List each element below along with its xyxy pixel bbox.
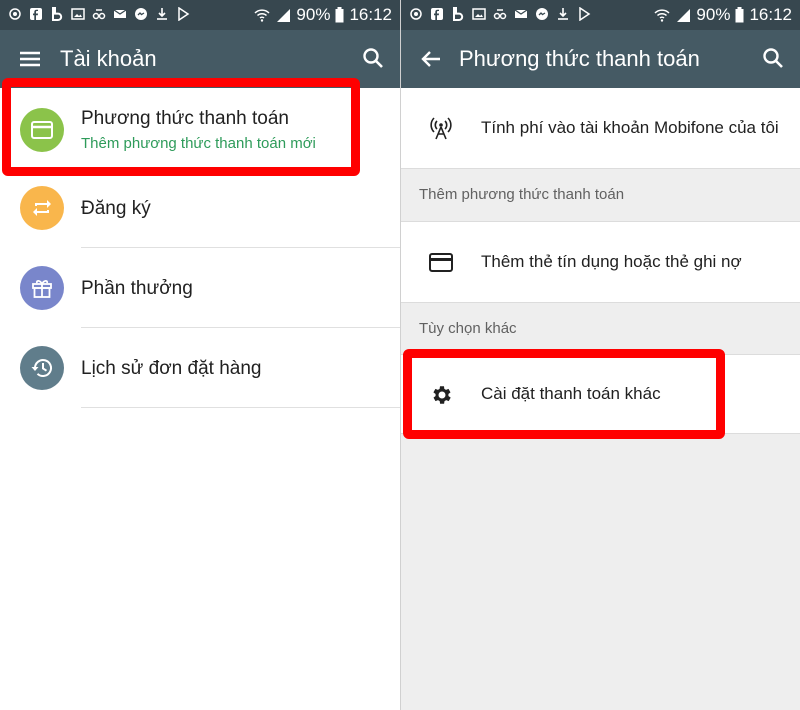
search-icon[interactable] [762, 47, 784, 69]
payment-avatar [20, 108, 64, 152]
repeat-icon [33, 200, 51, 216]
right-screen-payment-methods: 90% 16:12 Phương thức thanh toán Tính ph… [401, 0, 800, 710]
download-icon [558, 8, 568, 20]
search-icon[interactable] [362, 47, 384, 69]
antenna-icon [430, 117, 452, 140]
back-arrow-icon[interactable] [419, 47, 443, 71]
clock: 16:12 [349, 5, 392, 24]
download-icon [157, 8, 167, 20]
section-divider [401, 433, 800, 434]
battery-percent: 90% [696, 5, 731, 24]
left-screen-account: 90% 16:12 Tài khoản Phương thức thanh to… [0, 0, 400, 710]
link-icon [493, 9, 507, 20]
link-icon [92, 9, 106, 20]
order-history-label: Lịch sử đơn đặt hàng [81, 358, 262, 379]
status-right: 90% 16:12 [254, 3, 392, 27]
carrier-billing-label: Tính phí vào tài khoản Mobifone của tôi [481, 118, 779, 137]
messenger-icon [536, 8, 548, 20]
credit-card-icon [429, 253, 453, 272]
section-header-add-payment: Thêm phương thức thanh toán [401, 169, 800, 221]
other-options-section-title: Tùy chọn khác [419, 320, 517, 337]
section-header-other-options: Tùy chọn khác [401, 303, 800, 355]
settings-notification-icon [410, 8, 422, 20]
menu-item-payment-methods[interactable]: Phương thức thanh toán Thêm phương thức … [0, 88, 400, 174]
b-app-icon [52, 7, 63, 21]
notification-icons [409, 7, 591, 21]
image-icon [71, 8, 85, 20]
add-card-option[interactable]: Thêm thẻ tín dụng hoặc thẻ ghi nợ [401, 222, 800, 302]
page-title: Tài khoản [60, 46, 157, 71]
battery-icon [735, 7, 744, 23]
history-icon [31, 359, 52, 377]
battery-icon [335, 7, 344, 23]
wifi-icon [254, 9, 270, 22]
signal-icon [677, 9, 691, 22]
menu-item-rewards[interactable]: Phần thưởng [0, 248, 400, 328]
add-payment-section-title: Thêm phương thức thanh toán [419, 186, 625, 203]
row-divider [81, 407, 400, 408]
status-right: 90% 16:12 [654, 3, 792, 27]
subscriptions-label: Đăng ký [81, 198, 151, 219]
play-store-icon [579, 7, 591, 21]
gift-icon [32, 279, 52, 298]
mail-icon [113, 9, 127, 18]
subscriptions-avatar [20, 186, 64, 230]
battery-percent: 90% [296, 5, 331, 24]
payment-methods-label: Phương thức thanh toán [81, 108, 289, 129]
other-payment-settings-option[interactable]: Cài đặt thanh toán khác [401, 355, 800, 433]
play-store-icon [178, 7, 190, 21]
rewards-avatar [20, 266, 64, 310]
app-bar: Phương thức thanh toán [401, 30, 800, 88]
other-payment-settings-label: Cài đặt thanh toán khác [481, 384, 661, 403]
order-history-avatar [20, 346, 64, 390]
page-title: Phương thức thanh toán [459, 46, 700, 71]
credit-card-icon [31, 121, 53, 139]
facebook-icon [431, 8, 443, 20]
rewards-label: Phần thưởng [81, 278, 193, 299]
messenger-icon [135, 8, 147, 20]
wifi-icon [654, 9, 670, 22]
facebook-icon [30, 8, 42, 20]
app-bar: Tài khoản [0, 30, 400, 88]
clock: 16:12 [749, 5, 792, 24]
b-app-icon [453, 7, 464, 21]
status-bar: 90% 16:12 [401, 0, 800, 30]
settings-notification-icon [9, 8, 21, 20]
menu-item-subscriptions[interactable]: Đăng ký [0, 168, 400, 248]
menu-icon[interactable] [18, 47, 42, 71]
status-bar: 90% 16:12 [0, 0, 400, 30]
menu-item-order-history[interactable]: Lịch sử đơn đặt hàng [0, 328, 400, 408]
gear-icon [433, 386, 451, 404]
add-card-label: Thêm thẻ tín dụng hoặc thẻ ghi nợ [481, 252, 742, 271]
add-payment-subtitle: Thêm phương thức thanh toán mới [81, 135, 316, 152]
image-icon [472, 8, 486, 20]
notification-icons [8, 7, 190, 21]
carrier-billing-option[interactable]: Tính phí vào tài khoản Mobifone của tôi [401, 88, 800, 168]
signal-icon [277, 9, 291, 22]
mail-icon [514, 9, 528, 18]
